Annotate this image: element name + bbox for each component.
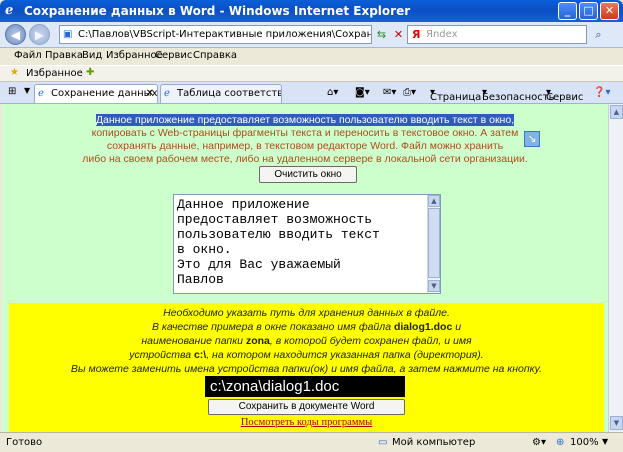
menu-tools[interactable]: Сервис (155, 50, 192, 61)
intro-highlight: Данное приложение предоставляет возможно… (95, 114, 515, 126)
safety-menu[interactable]: Безопасность ▾ (482, 87, 555, 103)
menu-view[interactable]: Вид (82, 50, 102, 61)
tab-label: Таблица соответствия цве... (177, 88, 281, 99)
path-input[interactable]: c:\zona\dialog1.doc (205, 376, 405, 397)
window-title: Сохранение данных в Word - Windows Inter… (24, 4, 411, 18)
back-button[interactable]: ◀ (5, 24, 26, 45)
text-area-content: Данное приложение предоставляет возможно… (177, 197, 380, 287)
intro-line: сохранять данные, например, в текстовом … (106, 140, 504, 152)
add-favorite-icon[interactable]: ✚ (86, 67, 94, 78)
info-text: Необходимо указать путь для хранения дан… (70, 307, 543, 375)
search-icon[interactable]: ⌕ (590, 26, 607, 43)
ie-icon: ℯ (38, 88, 44, 99)
scroll-thumb[interactable] (428, 208, 440, 278)
feeds-icon[interactable]: ◙▾ (355, 87, 370, 98)
picture-icon[interactable]: ↘ (524, 131, 540, 147)
text-area[interactable]: Данное приложение предоставляет возможно… (173, 194, 441, 294)
favorites-button[interactable]: Избранное (26, 68, 83, 79)
refresh-icon[interactable]: ⇆ (373, 26, 390, 43)
close-button[interactable]: ✕ (600, 2, 619, 20)
view-code-link[interactable]: Посмотреть коды программы (9, 417, 604, 428)
zoom-icon[interactable]: ⊕ (556, 437, 564, 448)
star-icon: ★ (10, 67, 19, 78)
ie-icon: ℯ (5, 3, 14, 18)
computer-icon: ▭ (378, 437, 388, 448)
scroll-up-icon[interactable]: ▲ (610, 105, 623, 119)
search-placeholder: Яndex (426, 29, 458, 40)
page-icon: ▣ (63, 29, 73, 40)
ie-icon: ℯ (164, 88, 170, 99)
text-area-scrollbar[interactable]: ▲ ▼ (427, 195, 440, 293)
print-icon[interactable]: ⎙▾ (403, 87, 416, 98)
tools-menu[interactable]: Сервис ▾ (546, 87, 583, 103)
status-text: Готово (6, 437, 43, 448)
home-icon[interactable]: ⌂▾ (327, 87, 338, 98)
save-to-word-button[interactable]: Сохранить в документе Word (208, 399, 405, 415)
chevron-down-icon[interactable]: ▼ (602, 437, 608, 446)
menu-help[interactable]: Справка (193, 50, 237, 61)
menu-edit[interactable]: Правка (45, 50, 83, 61)
address-text: C:\Павлов\VBScript-Интерактивные приложе… (78, 29, 371, 40)
save-panel: Необходимо указать путь для хранения дан… (9, 303, 604, 432)
search-input[interactable]: Я Яndex (407, 25, 587, 44)
close-icon[interactable]: ✕ (146, 85, 154, 102)
tab-bar: ⊞ ▼ ℯ Сохранение данных в ... ✕ ℯ Таблиц… (0, 82, 623, 104)
title-bar: ℯ Сохранение данных в Word - Windows Int… (0, 0, 623, 22)
intro-text: Данное приложение предоставляет возможно… (62, 114, 548, 166)
intro-line: копировать с Web-страницы фрагменты текс… (91, 127, 519, 139)
page-content: Данное приложение предоставляет возможно… (2, 104, 608, 432)
help-icon[interactable]: ❓▾ (593, 87, 610, 98)
menu-bar: Файл Правка Вид Избранное Сервис Справка (0, 48, 623, 65)
address-field[interactable]: ▣ C:\Павлов\VBScript-Интерактивные прило… (59, 25, 372, 44)
clear-button[interactable]: Очистить окно (259, 166, 357, 183)
scroll-up-icon[interactable]: ▲ (428, 195, 440, 207)
tab-inactive[interactable]: ℯ Таблица соответствия цве... (160, 84, 282, 103)
tab-list-icon[interactable]: ⊞ (8, 86, 16, 97)
favorites-bar: ★ Избранное ✚ (0, 65, 623, 82)
address-bar-row: ◀ ▶ ▣ C:\Павлов\VBScript-Интерактивные п… (0, 22, 623, 48)
tab-label: Сохранение данных в ... (51, 88, 158, 99)
maximize-button[interactable]: □ (579, 2, 598, 20)
scroll-down-icon[interactable]: ▼ (610, 416, 623, 430)
zoom-level[interactable]: 100% (570, 437, 599, 448)
minimize-button[interactable]: _ (558, 2, 577, 20)
tab-active[interactable]: ℯ Сохранение данных в ... ✕ (34, 84, 158, 103)
folder-name: zona (245, 335, 270, 347)
forward-button[interactable]: ▶ (29, 24, 50, 45)
mail-icon[interactable]: ✉▾ (383, 87, 396, 98)
protected-mode-icon[interactable]: ⚙▾ (532, 437, 546, 448)
status-bar: Готово ▭ Мой компьютер ⚙▾ ⊕ 100% ▼ (0, 432, 623, 452)
intro-line: либо на своем рабочем месте, либо на уда… (82, 153, 528, 165)
file-name: dialog1.doc (393, 321, 453, 333)
device-name: c:\ (193, 349, 207, 361)
stop-icon[interactable]: ✕ (390, 26, 407, 43)
yandex-logo: Я (412, 28, 421, 41)
page-scrollbar[interactable]: ▲ ▼ (608, 104, 623, 432)
chevron-down-icon[interactable]: ▼ (24, 86, 30, 95)
menu-file[interactable]: Файл (14, 50, 42, 61)
page-menu[interactable]: Страница ▾ (430, 87, 481, 103)
scroll-down-icon[interactable]: ▼ (428, 280, 440, 292)
security-zone: Мой компьютер (392, 437, 476, 448)
